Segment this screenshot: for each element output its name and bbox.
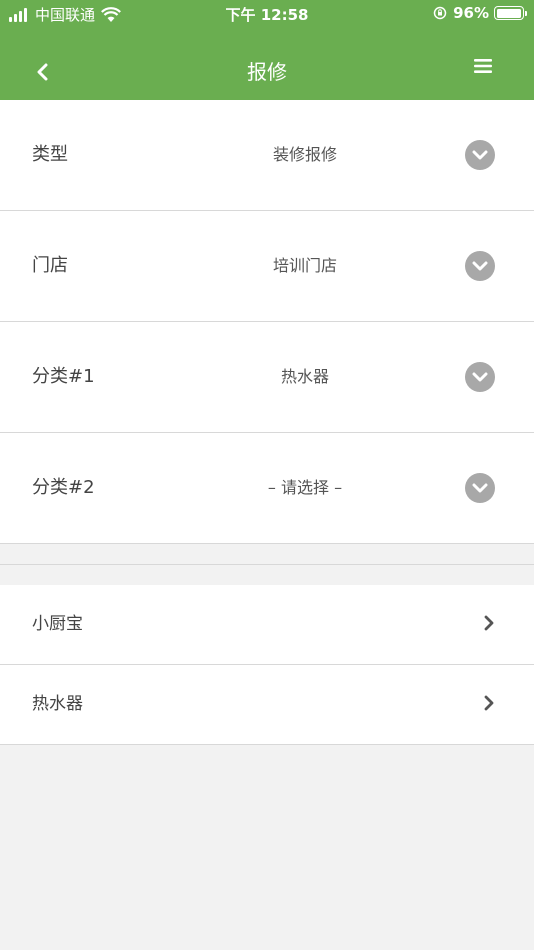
app-header: 中国联通 下午 12:58 96% 报修 xyxy=(0,0,534,100)
select-value[interactable]: 热水器 xyxy=(200,322,410,432)
chevron-down-icon[interactable] xyxy=(465,362,495,392)
chevron-down-icon[interactable] xyxy=(465,251,495,281)
select-value[interactable]: 培训门店 xyxy=(200,211,410,321)
orientation-lock-icon xyxy=(433,6,447,20)
section-divider xyxy=(0,564,534,565)
form-row-category-2[interactable]: 分类#2 – 请选择 – xyxy=(0,433,534,544)
battery-percent: 96% xyxy=(453,4,489,22)
form-row-category-1[interactable]: 分类#1 热水器 xyxy=(0,322,534,433)
select-value[interactable]: 装修报修 xyxy=(200,100,410,210)
list-item[interactable]: 小厨宝 xyxy=(0,585,534,665)
hamburger-menu-icon xyxy=(474,59,492,73)
repair-form: 类型 装修报修 门店 培训门店 分类#1 热水器 分类#2 – 请选择 – xyxy=(0,100,534,544)
form-label: 分类#2 xyxy=(32,477,95,498)
chevron-right-icon xyxy=(484,695,494,711)
form-row-type[interactable]: 类型 装修报修 xyxy=(0,100,534,211)
list-item-label: 热水器 xyxy=(32,694,83,714)
select-value[interactable]: – 请选择 – xyxy=(200,433,410,543)
status-bar: 中国联通 下午 12:58 96% xyxy=(0,0,534,28)
form-label: 门店 xyxy=(32,255,68,276)
menu-button[interactable] xyxy=(470,58,496,80)
chevron-down-icon[interactable] xyxy=(465,473,495,503)
chevron-right-icon xyxy=(484,615,494,631)
item-list: 小厨宝 热水器 xyxy=(0,585,534,745)
battery-icon xyxy=(494,6,527,20)
status-right: 96% xyxy=(433,4,527,22)
list-item-label: 小厨宝 xyxy=(32,614,83,634)
battery-fill xyxy=(496,8,521,18)
chevron-down-icon[interactable] xyxy=(465,140,495,170)
list-item[interactable]: 热水器 xyxy=(0,665,534,745)
page-title: 报修 xyxy=(247,60,287,84)
form-row-store[interactable]: 门店 培训门店 xyxy=(0,211,534,322)
form-label: 分类#1 xyxy=(32,366,95,387)
form-label: 类型 xyxy=(32,144,68,165)
